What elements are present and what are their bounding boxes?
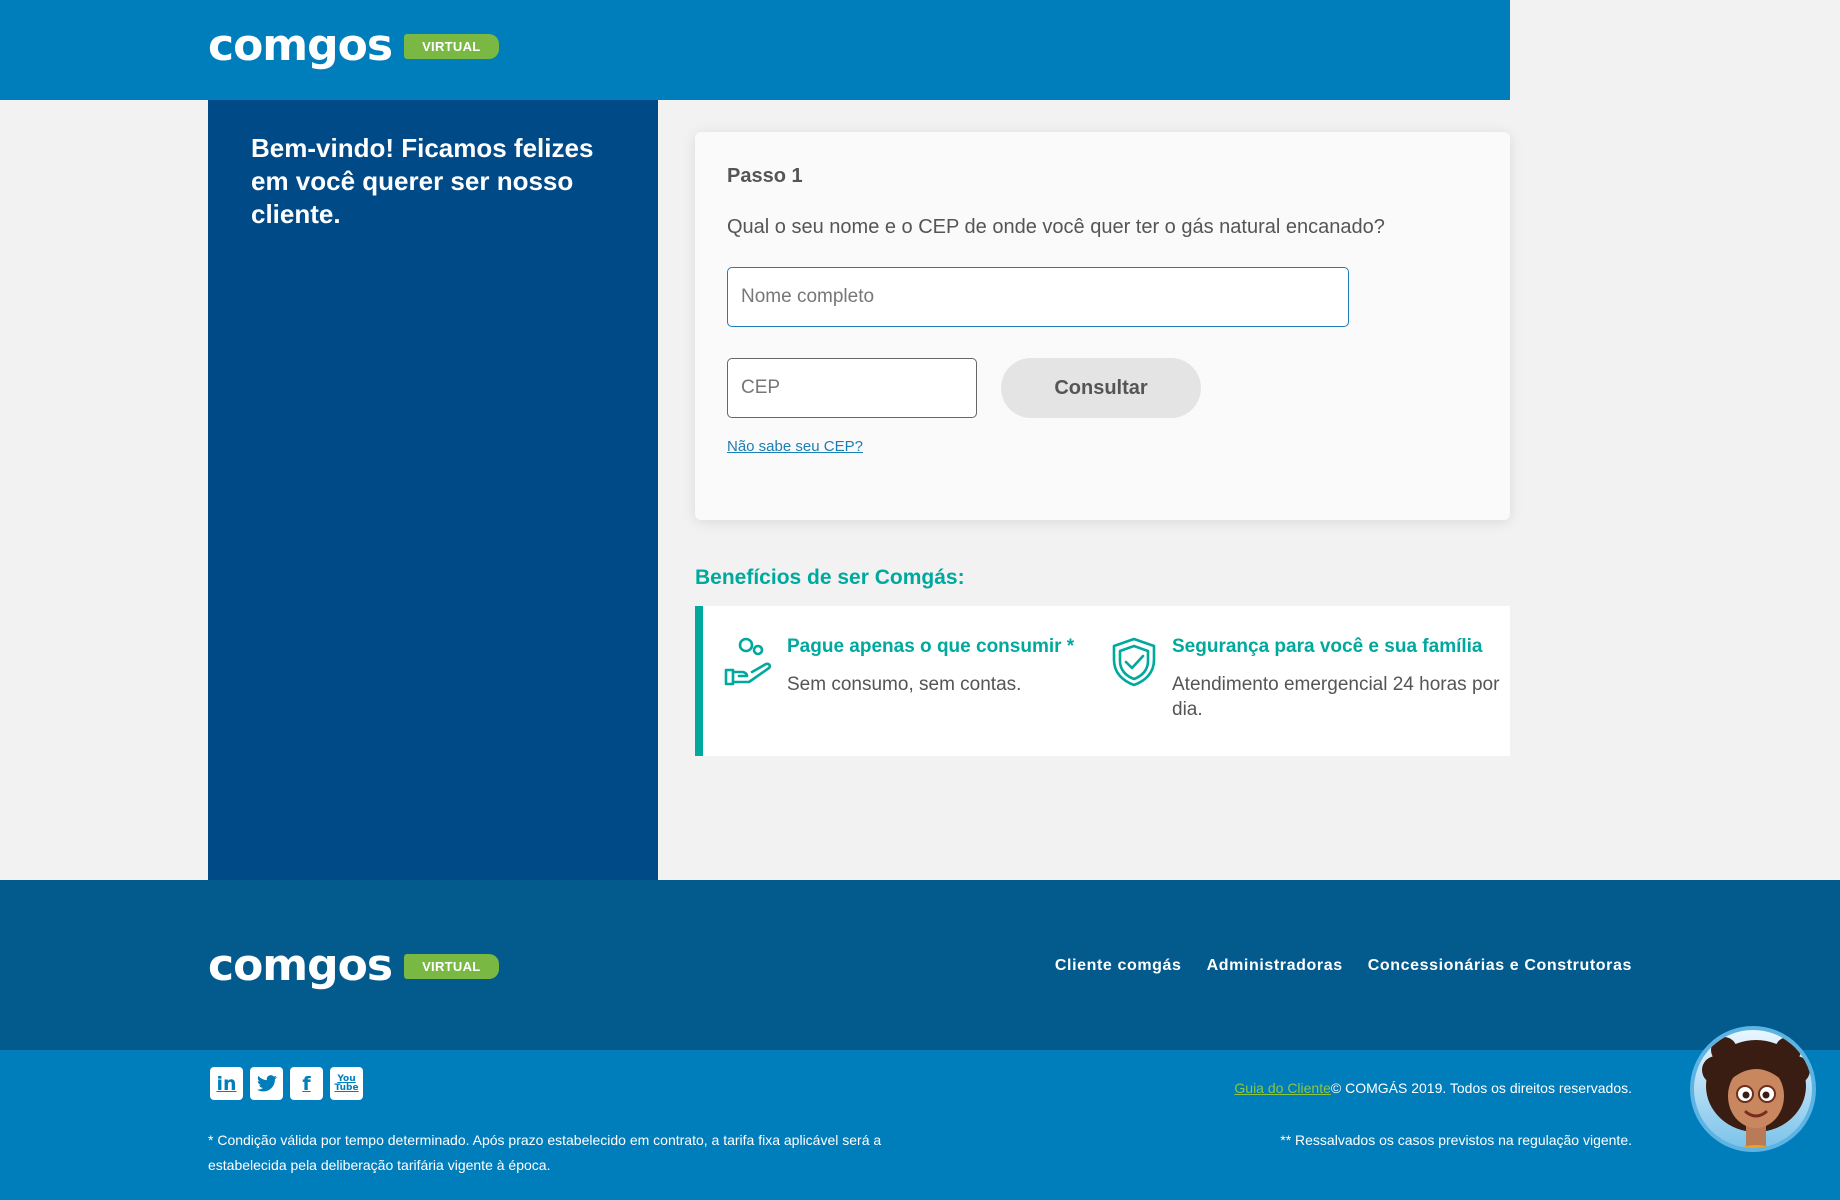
step-label: Passo 1 bbox=[727, 165, 803, 187]
copyright-text: © COMGÁS 2019. Todos os direitos reserva… bbox=[1330, 1080, 1632, 1096]
footer-top: comgos VIRTUAL Cliente comgás Administra… bbox=[0, 880, 1840, 1050]
header-logo[interactable]: comgos VIRTUAL bbox=[208, 24, 499, 68]
benefit-title: Pague apenas o que consumir * bbox=[787, 636, 1075, 657]
cep-input[interactable] bbox=[727, 358, 977, 418]
benefits-panel: Pague apenas o que consumir * Sem consum… bbox=[695, 606, 1510, 756]
hand-coin-icon bbox=[724, 637, 772, 686]
footer-nav: Cliente comgás Administradoras Concessio… bbox=[1055, 957, 1632, 975]
welcome-panel: Bem-vindo! Ficamos felizes em você quere… bbox=[208, 100, 658, 880]
facebook-icon[interactable]: f bbox=[290, 1067, 323, 1100]
regulation-note: ** Ressalvados os casos previstos na reg… bbox=[1280, 1132, 1632, 1148]
unknown-cep-link[interactable]: Não sabe seu CEP? bbox=[727, 438, 863, 455]
social-links: in f You Tube bbox=[210, 1067, 363, 1100]
step-card: Passo 1 Qual o seu nome e o CEP de onde … bbox=[695, 132, 1510, 520]
virtual-badge: VIRTUAL bbox=[404, 953, 499, 979]
youtube-icon[interactable]: You Tube bbox=[330, 1067, 363, 1100]
footer-logo[interactable]: comgos VIRTUAL bbox=[208, 944, 499, 988]
virtual-badge: VIRTUAL bbox=[404, 33, 499, 59]
full-name-input[interactable] bbox=[727, 267, 1349, 327]
shield-check-icon bbox=[1112, 637, 1156, 687]
linkedin-icon[interactable]: in bbox=[210, 1067, 243, 1100]
youtube-glyph-bottom: Tube bbox=[334, 1082, 359, 1093]
site-header: comgos VIRTUAL bbox=[0, 0, 1510, 100]
consult-button[interactable]: Consultar bbox=[1001, 358, 1201, 418]
benefits-title: Benefícios de ser Comgás: bbox=[695, 566, 965, 589]
welcome-heading: Bem-vindo! Ficamos felizes em você quere… bbox=[251, 133, 594, 229]
benefit-title: Segurança para você e sua família bbox=[1172, 636, 1483, 657]
benefit-description: Atendimento emergencial 24 horas por dia… bbox=[1172, 674, 1500, 720]
step-question: Qual o seu nome e o CEP de onde você que… bbox=[727, 216, 1385, 238]
guia-do-cliente-link[interactable]: Guia do Cliente bbox=[1234, 1080, 1331, 1096]
benefit-description: Sem consumo, sem contas. bbox=[787, 674, 1022, 695]
logo-wordmark: comgos bbox=[208, 940, 393, 991]
copyright: Guia do Cliente© COMGÁS 2019. Todos os d… bbox=[1234, 1080, 1632, 1096]
logo-wordmark: comgos bbox=[208, 20, 393, 71]
footer-link-administradoras[interactable]: Administradoras bbox=[1207, 957, 1343, 975]
footer-bottom: in f You Tube Guia do Cliente© COMGÁS 20… bbox=[0, 1050, 1840, 1200]
twitter-bird-glyph bbox=[256, 1075, 277, 1092]
virtual-assistant-avatar[interactable] bbox=[1690, 1026, 1816, 1152]
tariff-disclaimer: * Condição válida por tempo determinado.… bbox=[208, 1132, 882, 1173]
footer-link-cliente-comgas[interactable]: Cliente comgás bbox=[1055, 957, 1182, 975]
footer-link-concessionarias[interactable]: Concessionárias e Construtoras bbox=[1368, 957, 1632, 975]
twitter-icon[interactable] bbox=[250, 1067, 283, 1100]
